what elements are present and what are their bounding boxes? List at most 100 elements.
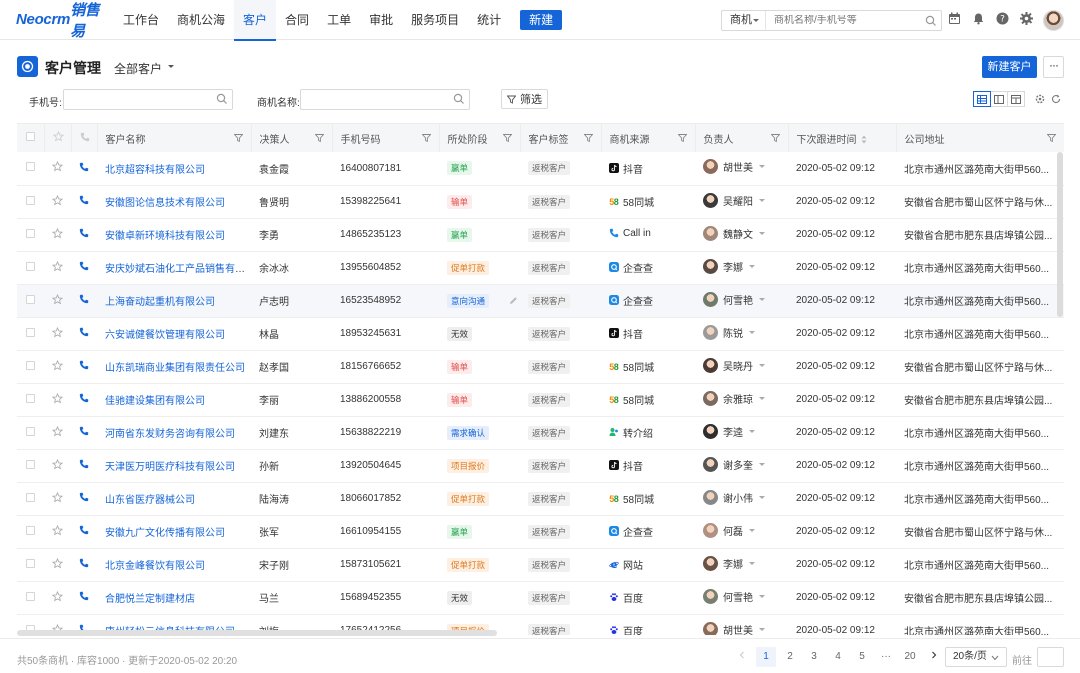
customer-name-link[interactable]: 安徽卓新环境科技有限公司 (97, 218, 251, 252)
star-icon[interactable] (44, 251, 71, 285)
page-button[interactable]: 1 (756, 647, 776, 667)
page-button[interactable]: 5 (852, 647, 872, 667)
customer-name-link[interactable]: 六安诚健餐饮管理有限公司 (97, 317, 251, 351)
page-button[interactable]: 2 (780, 647, 800, 667)
table-row[interactable]: 北京金峰餐饮有限公司 宋子刚 15873105621 促单打款 返税客户 e 网站 李娜 202… (17, 548, 1064, 582)
star-icon[interactable] (44, 581, 71, 615)
customer-name-link[interactable]: 山东省医疗器械公司 (97, 482, 251, 516)
nav-item-4[interactable]: 工单 (318, 0, 360, 40)
call-icon[interactable] (71, 317, 97, 351)
owner-cell[interactable]: 何雪艳 (695, 581, 788, 615)
filter-icon[interactable] (314, 134, 324, 142)
call-icon[interactable] (71, 581, 97, 615)
kanban-view-toggle[interactable] (1007, 91, 1025, 107)
more-actions-button[interactable]: ··· (1043, 56, 1064, 78)
bell-icon[interactable] (970, 10, 986, 26)
owner-cell[interactable]: 吴耀阳 (695, 185, 788, 219)
table-row[interactable]: 天津医万明医疗科技有限公司 孙新 13920504645 项目报价 返税客户 抖音 谢多奎 2… (17, 449, 1064, 483)
owner-cell[interactable]: 谢小伟 (695, 482, 788, 516)
row-checkbox[interactable] (17, 416, 44, 450)
user-avatar[interactable] (1043, 10, 1064, 31)
owner-cell[interactable]: 谢多奎 (695, 449, 788, 483)
table-row[interactable]: 河南省东发财务咨询有限公司 刘建东 15638822219 需求确认 返税客户 转介绍 李逵… (17, 416, 1064, 450)
table-row[interactable]: 上海奋动起重机有限公司 卢志明 16523548952 意向沟通 返税客户 企查查 何雪艳 2… (17, 284, 1064, 318)
page-button[interactable]: 4 (828, 647, 848, 667)
table-row[interactable]: 山东省医疗器械公司 陆海涛 18066017852 促单打款 返税客户 5 8 58同城 谢小伟… (17, 482, 1064, 516)
vertical-scrollbar[interactable] (1057, 152, 1063, 317)
filter-icon[interactable] (233, 134, 243, 142)
customer-name[interactable]: 安徽九广文化传播有限公司 (105, 528, 225, 539)
customer-name[interactable]: 天津医万明医疗科技有限公司 (105, 462, 235, 473)
column-header-4[interactable]: 客户标签 (520, 124, 602, 152)
nav-item-1[interactable]: 商机公海 (168, 0, 234, 40)
star-icon[interactable] (44, 350, 71, 384)
chevron-down-icon[interactable] (749, 429, 755, 436)
search-type-select[interactable]: 商机 (722, 11, 766, 30)
star-icon[interactable] (44, 317, 71, 351)
table-view-toggle[interactable] (973, 91, 991, 107)
table-row[interactable]: 安徽卓新环境科技有限公司 李勇 14865235123 赢单 返税客户 Call in 魏静… (17, 218, 1064, 252)
split-view-toggle[interactable] (990, 91, 1008, 107)
filter-icon[interactable] (421, 134, 431, 142)
column-header-6[interactable]: 负责人 (695, 124, 789, 152)
customer-name[interactable]: 佳驰建设集团有限公司 (105, 396, 205, 407)
filter-icon[interactable] (583, 134, 593, 142)
chevron-down-icon[interactable] (759, 627, 765, 634)
horizontal-scrollbar[interactable] (17, 630, 497, 636)
row-checkbox[interactable] (17, 581, 44, 615)
column-header-0[interactable]: 客户名称 (97, 124, 252, 152)
prev-page-button[interactable] (732, 647, 752, 667)
column-header-3[interactable]: 所处阶段 (439, 124, 521, 152)
call-icon[interactable] (71, 482, 97, 516)
owner-cell[interactable]: 魏静文 (695, 218, 788, 252)
row-checkbox[interactable] (17, 515, 44, 549)
owner-cell[interactable]: 余雅琼 (695, 383, 788, 417)
table-row[interactable]: 安徽九广文化传播有限公司 张军 16610954155 赢单 返税客户 企查查 何磊 2020… (17, 515, 1064, 549)
call-icon[interactable] (71, 383, 97, 417)
nav-item-2[interactable]: 客户 (234, 0, 277, 41)
edit-icon[interactable] (509, 296, 518, 305)
table-row[interactable]: 合肥悦兰定制建材店 马兰 15689452355 无效 返税客户 百度 何雪艳 2020-05… (17, 581, 1064, 615)
star-icon[interactable] (44, 515, 71, 549)
chevron-down-icon[interactable] (759, 396, 765, 403)
refresh-icon[interactable] (1051, 93, 1061, 107)
name-filter-input[interactable] (300, 89, 470, 110)
owner-cell[interactable]: 吴晓丹 (695, 350, 788, 384)
nav-item-5[interactable]: 审批 (360, 0, 402, 40)
nav-new-button[interactable]: 新建 (520, 9, 563, 30)
table-row[interactable]: 山东凯瑞商业集团有限责任公司 赵孝国 18156766652 输单 返税客户 5 8 58同城… (17, 350, 1064, 384)
call-icon[interactable] (71, 284, 97, 318)
column-settings-icon[interactable] (1035, 93, 1045, 107)
chevron-down-icon[interactable] (759, 495, 765, 502)
customer-name-link[interactable]: 佳驰建设集团有限公司 (97, 383, 251, 417)
owner-cell[interactable]: 陈锐 (695, 317, 788, 351)
page-button[interactable]: 20 (900, 647, 920, 667)
filter-button[interactable]: 筛选 (501, 89, 548, 109)
customer-name-link[interactable]: 合肥悦兰定制建材店 (97, 581, 251, 615)
customer-name[interactable]: 安庆妙斌石油化工产品销售有限... (105, 264, 251, 275)
search-icon[interactable] (921, 11, 941, 30)
chevron-down-icon[interactable] (759, 198, 765, 205)
row-checkbox[interactable] (17, 185, 44, 219)
chevron-down-icon[interactable] (749, 264, 755, 271)
owner-cell[interactable]: 胡世美 (695, 614, 788, 635)
call-icon[interactable] (71, 350, 97, 384)
column-header-5[interactable]: 商机来源 (601, 124, 696, 152)
table-row[interactable]: 佳驰建设集团有限公司 李丽 13886200558 输单 返税客户 5 8 58同城 余雅琼 20… (17, 383, 1064, 417)
page-size-select[interactable]: 20条/页 (945, 647, 1007, 667)
column-header-8[interactable]: 公司地址 (896, 124, 1064, 152)
row-checkbox[interactable] (17, 251, 44, 285)
filter-icon[interactable] (502, 134, 512, 142)
page-button[interactable]: ··· (876, 647, 896, 667)
app-logo[interactable]: Neocrm 销售易 (16, 0, 104, 41)
chevron-down-icon[interactable] (759, 363, 765, 370)
call-icon[interactable] (71, 185, 97, 219)
filter-icon[interactable] (1046, 134, 1056, 142)
row-checkbox[interactable] (17, 350, 44, 384)
customer-name-link[interactable]: 河南省东发财务咨询有限公司 (97, 416, 251, 450)
customer-name[interactable]: 合肥悦兰定制建材店 (105, 594, 195, 605)
customer-name-link[interactable]: 天津医万明医疗科技有限公司 (97, 449, 251, 483)
customer-name[interactable]: 安徽卓新环境科技有限公司 (105, 231, 225, 242)
row-checkbox[interactable] (17, 383, 44, 417)
phone-filter-input[interactable] (63, 89, 233, 110)
